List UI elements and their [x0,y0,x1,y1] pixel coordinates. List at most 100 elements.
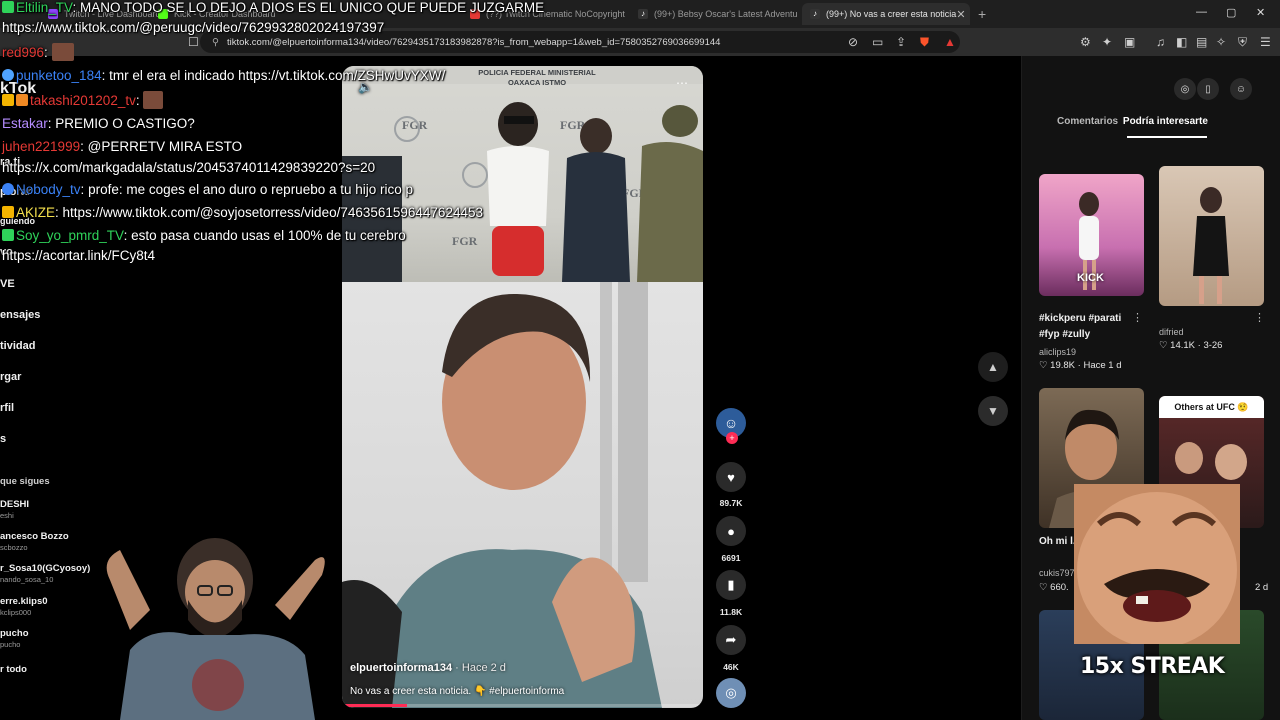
comment-button[interactable]: ● [716,516,746,546]
chat-username[interactable]: Soy_yo_pmrd_TV [16,228,124,243]
chat-badge-icon [2,229,14,241]
sidebar-icon[interactable]: ◧ [1176,35,1187,49]
card-author[interactable]: aliclips19 [1039,347,1076,357]
profile-avatar-icon[interactable]: ☺ [1230,78,1252,100]
music-disc-icon: ◎ [725,685,737,700]
sound-disc[interactable]: ◎ [716,678,746,708]
card-likes: 14.1K [1170,340,1195,351]
no-camera-icon[interactable]: ⊘ [848,35,858,49]
video-author-name[interactable]: elpuertoinforma134 [350,662,452,674]
save-button[interactable]: ▮ [716,570,746,600]
card-author[interactable]: cukis797 [1039,568,1075,578]
browser-tab[interactable]: ♪ (99+) Bebsy Oscar's Latest Adventure [630,3,798,25]
streamer-webcam [106,538,325,720]
browser-tab-active[interactable]: ♪ (99+) No vas a creer esta noticia ✕ [802,3,970,25]
chat-username[interactable]: punketoo_184 [16,68,102,83]
card-stats: ♡ 19.8K · Hace 1 d [1039,360,1122,371]
chat-text: PREMIO O CASTIGO? [55,116,195,131]
menu-icon[interactable]: ☰ [1260,35,1271,49]
nav-item-live[interactable]: VE [0,278,15,290]
card-title[interactable]: Oh mi l... contact... [1039,534,1079,550]
chat-username[interactable]: Nobody_tv [16,182,81,197]
share-button[interactable]: ➦ [716,625,746,655]
new-tab-button[interactable]: + [978,6,986,22]
video-author[interactable]: elpuertoinforma134 · Hace 2 d [350,662,506,674]
more-options-icon[interactable]: ⋯ [676,76,688,90]
share-count: 46K [723,662,739,672]
chat-username[interactable]: AKIZE [16,205,55,220]
nav-item-more[interactable]: s [0,433,6,445]
tiktok-icon: ♪ [638,9,648,19]
close-window-icon[interactable]: ✕ [1256,6,1265,19]
chat-username[interactable]: red996 [2,45,44,60]
card-more-icon[interactable]: ⋮ [1132,311,1143,324]
share-icon[interactable]: ⇪ [896,35,906,49]
extension-icon[interactable]: ⚙ [1080,35,1091,49]
card-title[interactable]: #kickperu #parati #fyp #zully [1039,311,1144,343]
card-stats: ♡ 14.1K · 3-26 [1159,340,1223,351]
chat-text[interactable]: https://acortar.link/FCy8t4 [2,248,155,263]
compass-icon[interactable]: ◎ [1174,78,1196,100]
comment-count: 6691 [721,553,741,563]
chat-username[interactable]: Eltilin_TV [16,0,73,15]
brave-shield-icon[interactable]: ⛊ [920,35,929,50]
tab-you-may-like[interactable]: Podría interesarte [1123,116,1208,127]
screenshot-icon[interactable]: ▣ [1124,35,1135,49]
bookmark-icon[interactable]: ☐ [188,35,199,49]
chat-text: https://www.tiktok.com/@soyjosetorress/v… [62,205,483,220]
leo-ai-icon[interactable]: ✧ [1216,35,1226,49]
chat-message: red996: [2,43,76,61]
follow-plus-icon[interactable]: + [726,432,738,444]
video-thumbnail[interactable] [1159,166,1264,306]
phone-icon[interactable]: ▯ [1197,78,1219,100]
heart-icon: ♥ [727,469,735,485]
nav-item-activity[interactable]: tividad [0,340,35,352]
chat-username[interactable]: takashi201202_tv [30,93,136,108]
following-account-name[interactable]: DESHI [0,499,29,510]
chat-username[interactable]: Estakar [2,116,48,131]
chat-text[interactable]: https://x.com/markgadala/status/20453740… [2,160,375,175]
crown-badge-icon [2,206,14,218]
nav-item-messages[interactable]: ensajes [0,309,40,321]
chat-message: AKIZE: https://www.tiktok.com/@soyjoseto… [2,205,483,220]
following-account-name[interactable]: ancesco Bozzo [0,531,69,542]
nav-item-profile[interactable]: rfil [0,402,14,414]
chevron-down-icon: ▼ [987,404,999,418]
video-progress-bar[interactable] [342,704,703,707]
video-thumbnail[interactable]: KICK [1039,174,1144,296]
music-icon[interactable]: ♫ [1156,35,1165,49]
following-account-handle: scbozzo [0,543,28,552]
like-button[interactable]: ♥ [716,462,746,492]
chat-message: takashi201202_tv: [2,91,165,109]
following-account-name[interactable]: pucho [0,628,29,639]
card-more-icon[interactable]: ⋮ [1254,311,1265,324]
minimize-icon[interactable]: — [1196,6,1207,18]
video-press-photo: POLICIA FEDERAL MINISTERIAL OAXACA ISTMO… [342,66,703,282]
chat-username[interactable]: juhen221999 [2,139,80,154]
maximize-icon[interactable]: ▢ [1226,6,1236,19]
previous-video-button[interactable]: ▲ [978,352,1008,382]
card-author[interactable]: difried [1159,327,1184,337]
vpn-icon[interactable]: ⛨ [1238,35,1247,50]
chat-badge-icon [2,183,14,195]
author-avatar[interactable]: ☺ + [716,408,746,444]
nav-item-upload[interactable]: rgar [0,371,21,383]
card-likes: 19.8K [1050,360,1075,371]
puzzle-icon[interactable]: ✦ [1102,35,1112,49]
tab-comments[interactable]: Comentarios [1057,116,1118,127]
video-player[interactable]: POLICIA FEDERAL MINISTERIAL OAXACA ISTMO… [342,66,703,708]
cast-icon[interactable]: ▭ [872,35,883,49]
following-account-name[interactable]: erre.klips0 [0,596,48,607]
chat-text[interactable]: https://www.tiktok.com/@peruugc/video/76… [2,20,384,35]
chat-badge-icon [2,69,14,81]
site-info-icon[interactable]: ⚲ [212,37,219,48]
wallet-icon[interactable]: ▤ [1196,35,1207,49]
following-account-handle: nando_sosa_10 [0,575,54,584]
see-all-link[interactable]: r todo [0,664,27,675]
crown-badge-icon [2,94,14,106]
card-stats: ♡ 660. [1039,582,1069,593]
next-video-button[interactable]: ▼ [978,396,1008,426]
close-tab-icon[interactable]: ✕ [956,8,965,21]
rewards-icon[interactable]: ▲ [944,35,956,49]
following-account-name[interactable]: r_Sosa10(GCyosoy) [0,563,90,574]
